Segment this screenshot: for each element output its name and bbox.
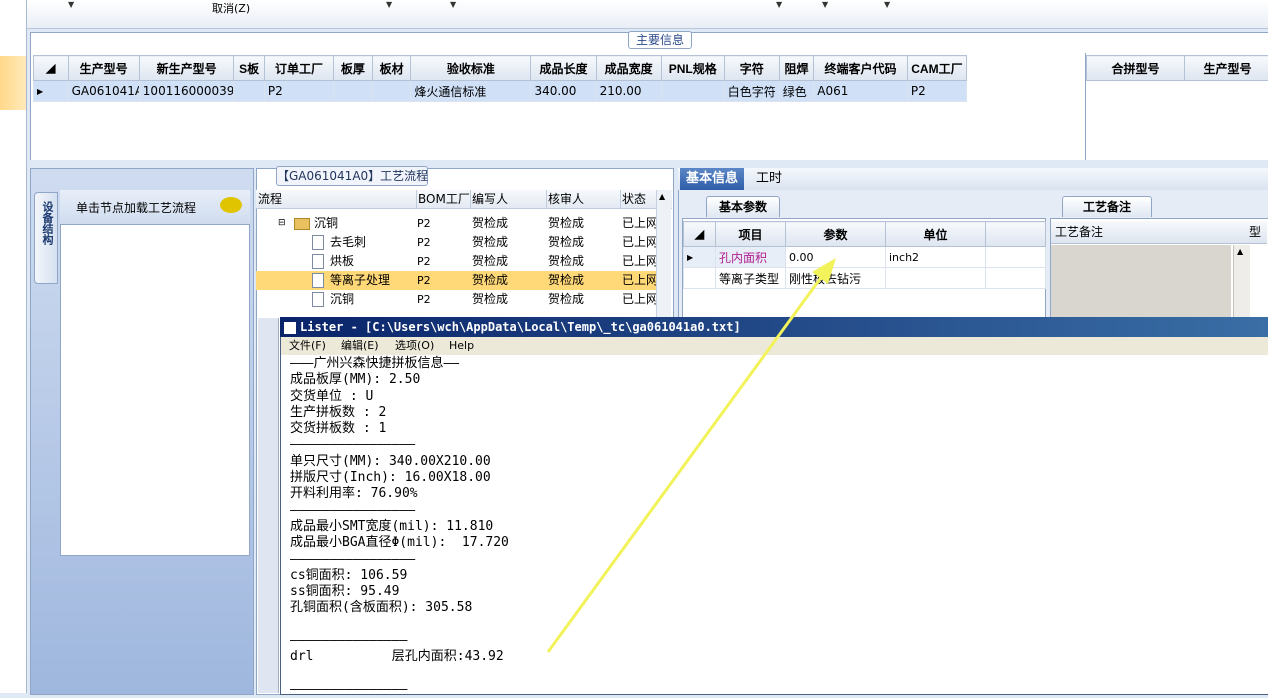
annotation-arrow	[0, 0, 1268, 693]
arrow-head	[812, 258, 836, 284]
arrow-line	[548, 268, 828, 652]
